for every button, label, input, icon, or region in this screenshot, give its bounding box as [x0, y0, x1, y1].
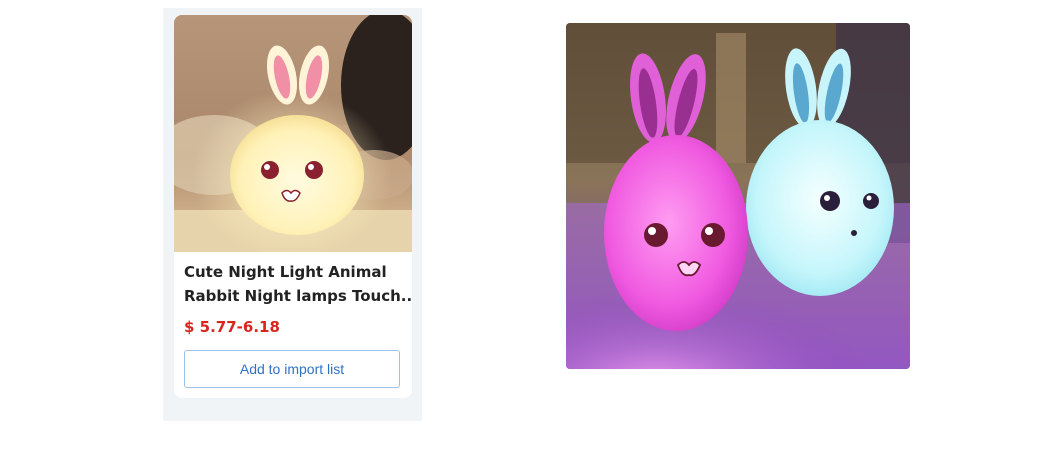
product-card[interactable]: Cute Night Light Animal Rabbit Night lam… [174, 15, 412, 398]
product-title-line-1[interactable]: Cute Night Light Animal [184, 260, 404, 284]
add-to-import-list-button[interactable]: Add to import list [184, 350, 400, 388]
rabbit-lamps-preview [566, 23, 910, 369]
product-price: $ 5.77-6.18 [184, 318, 280, 336]
product-title[interactable]: Cute Night Light Animal Rabbit Night lam… [184, 260, 412, 308]
preview-image[interactable] [566, 23, 910, 369]
product-image[interactable] [174, 15, 412, 252]
product-title-line-2[interactable]: Rabbit Night lamps Touch... [184, 284, 412, 308]
